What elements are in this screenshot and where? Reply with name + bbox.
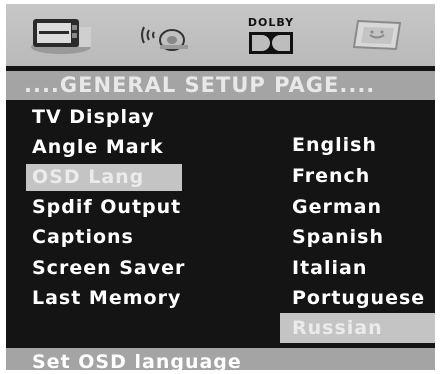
general-setup-tv-icon[interactable] xyxy=(16,10,106,60)
osd-screen: DOLBY ....GENERAL SETUP PAGE.... TV Disp… xyxy=(6,4,435,370)
option-spanish[interactable]: Spanish xyxy=(280,222,435,252)
status-bar: Set OSD language xyxy=(6,348,435,370)
setup-icon-bar: DOLBY xyxy=(6,4,435,66)
menu-item-last-memory[interactable]: Last Memory xyxy=(26,285,182,312)
option-italian[interactable]: Italian xyxy=(280,253,435,283)
preference-icon[interactable] xyxy=(332,10,422,60)
menu-item-spdif-output[interactable]: Spdif Output xyxy=(26,194,182,221)
option-portuguese[interactable]: Portuguese xyxy=(280,283,435,313)
option-english[interactable]: English xyxy=(280,130,435,160)
dolby-icon[interactable]: DOLBY xyxy=(226,10,316,60)
status-hint: Set OSD language xyxy=(32,351,242,370)
menu-item-captions[interactable]: Captions xyxy=(26,224,182,251)
option-french[interactable]: French xyxy=(280,161,435,191)
menu-item-angle-mark[interactable]: Angle Mark xyxy=(26,134,182,161)
page-title: ....GENERAL SETUP PAGE.... xyxy=(24,73,376,97)
dolby-label: DOLBY xyxy=(247,16,295,29)
menu-item-tv-display[interactable]: TV Display xyxy=(26,104,182,131)
menu-item-osd-lang[interactable]: OSD Lang xyxy=(26,164,182,191)
option-russian[interactable]: Russian xyxy=(280,313,435,343)
audio-speaker-icon[interactable] xyxy=(122,10,212,60)
menu-item-screen-saver[interactable]: Screen Saver xyxy=(26,255,184,282)
page-title-bar: ....GENERAL SETUP PAGE.... xyxy=(6,71,435,100)
option-german[interactable]: German xyxy=(280,192,435,222)
